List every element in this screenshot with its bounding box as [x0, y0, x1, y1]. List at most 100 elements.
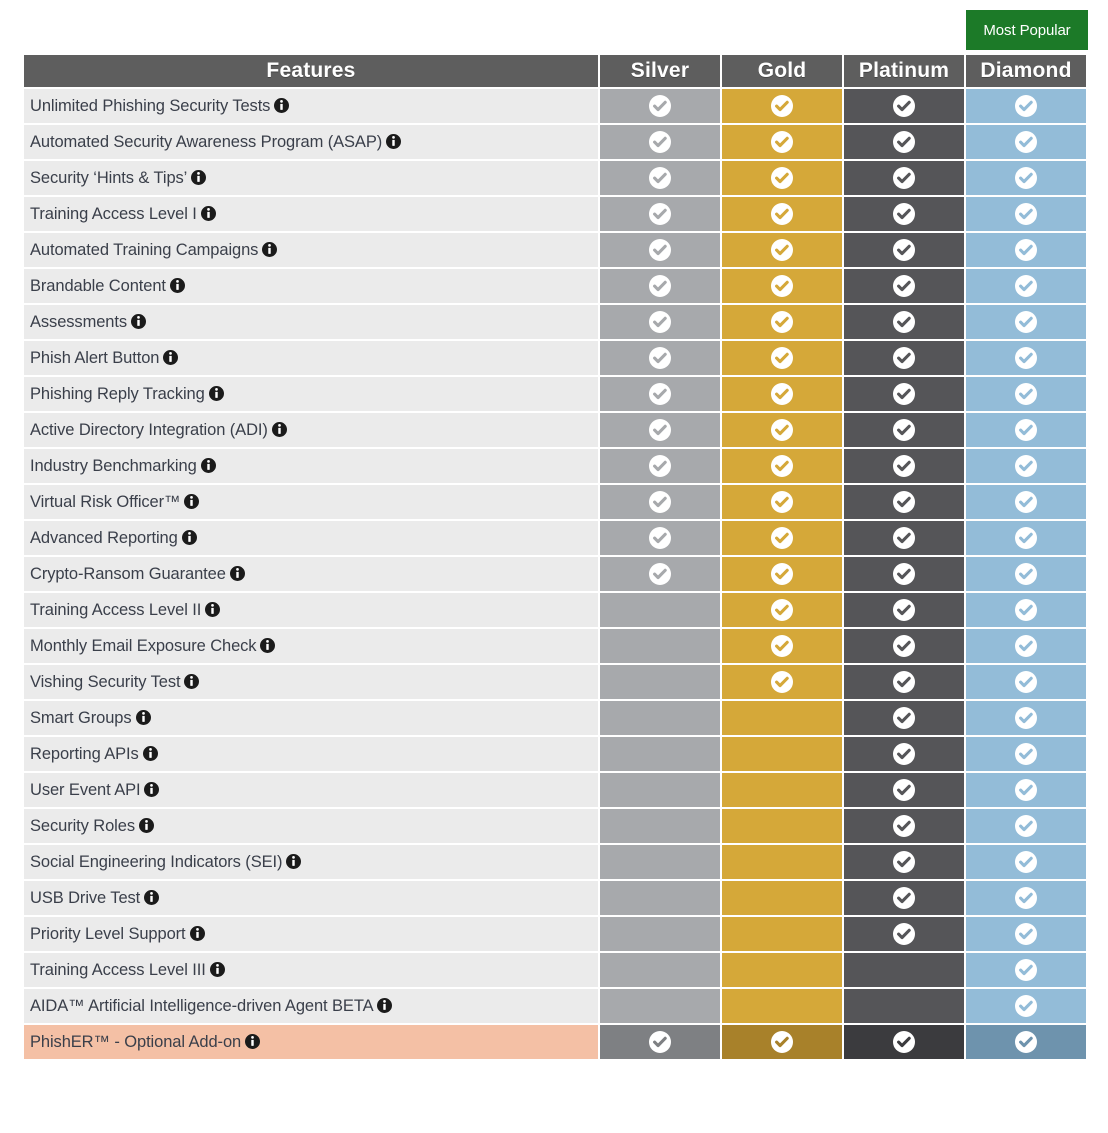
feature-label: Smart Groups: [30, 708, 132, 727]
plan-cell-gold: [722, 1025, 842, 1059]
info-icon[interactable]: [260, 637, 276, 653]
plan-cell-platinum: [844, 341, 964, 375]
plan-cell-gold: [722, 989, 842, 1023]
info-icon[interactable]: [189, 925, 205, 941]
check-circle-icon: [892, 94, 916, 118]
check-circle-icon: [770, 454, 794, 478]
check-circle-icon: [892, 634, 916, 658]
info-icon[interactable]: [184, 673, 200, 689]
info-icon[interactable]: [274, 97, 290, 113]
plan-cell-platinum: [844, 197, 964, 231]
info-icon[interactable]: [208, 385, 224, 401]
plan-cell-diamond: [966, 521, 1086, 555]
feature-label-cell: Priority Level Support: [24, 917, 598, 951]
check-circle-icon: [1014, 166, 1038, 190]
info-icon[interactable]: [271, 421, 287, 437]
table-row: Vishing Security Test: [24, 665, 1086, 699]
feature-label: Priority Level Support: [30, 924, 186, 943]
plan-cell-silver: [600, 269, 720, 303]
plan-cell-platinum: [844, 989, 964, 1023]
check-circle-icon: [648, 382, 672, 406]
info-icon[interactable]: [138, 817, 154, 833]
check-circle-icon: [770, 598, 794, 622]
info-icon[interactable]: [200, 205, 216, 221]
info-icon[interactable]: [200, 457, 216, 473]
feature-label-cell: Security ‘Hints & Tips’: [24, 161, 598, 195]
plan-cell-gold: [722, 557, 842, 591]
plan-cell-diamond: [966, 1025, 1086, 1059]
plan-cell-gold: [722, 953, 842, 987]
check-circle-icon: [892, 706, 916, 730]
check-circle-icon: [648, 310, 672, 334]
plan-cell-silver: [600, 413, 720, 447]
check-circle-icon: [1014, 490, 1038, 514]
info-icon[interactable]: [144, 889, 160, 905]
feature-label-cell: USB Drive Test: [24, 881, 598, 915]
check-circle-icon: [770, 526, 794, 550]
table-row: Brandable Content: [24, 269, 1086, 303]
feature-label-cell: Phish Alert Button: [24, 341, 598, 375]
plan-cell-silver: [600, 989, 720, 1023]
table-row: Crypto-Ransom Guarantee: [24, 557, 1086, 591]
info-icon[interactable]: [184, 493, 200, 509]
info-icon[interactable]: [181, 529, 197, 545]
info-icon[interactable]: [144, 781, 160, 797]
plan-cell-platinum: [844, 629, 964, 663]
info-icon[interactable]: [142, 745, 158, 761]
feature-label: Brandable Content: [30, 276, 166, 295]
info-icon[interactable]: [286, 853, 302, 869]
info-icon[interactable]: [135, 709, 151, 725]
check-circle-icon: [892, 1030, 916, 1054]
info-icon[interactable]: [169, 277, 185, 293]
feature-label: AIDA™ Artificial Intelligence-driven Age…: [30, 996, 374, 1015]
feature-label: Training Access Level III: [30, 960, 206, 979]
plan-cell-gold: [722, 197, 842, 231]
feature-label: Reporting APIs: [30, 744, 139, 763]
feature-label: Industry Benchmarking: [30, 456, 197, 475]
plan-cell-platinum: [844, 953, 964, 987]
most-popular-banner-row: Most Popular: [22, 10, 1088, 50]
feature-label-cell: User Event API: [24, 773, 598, 807]
check-circle-icon: [892, 310, 916, 334]
plan-cell-platinum: [844, 161, 964, 195]
check-circle-icon: [892, 922, 916, 946]
feature-label: USB Drive Test: [30, 888, 141, 907]
check-circle-icon: [648, 418, 672, 442]
info-icon[interactable]: [377, 997, 393, 1013]
plan-cell-diamond: [966, 989, 1086, 1023]
feature-label-cell: Smart Groups: [24, 701, 598, 735]
feature-label-cell: Phishing Reply Tracking: [24, 377, 598, 411]
info-icon[interactable]: [229, 565, 245, 581]
check-circle-icon: [1014, 742, 1038, 766]
check-circle-icon: [770, 670, 794, 694]
plan-cell-diamond: [966, 485, 1086, 519]
table-row: Phish Alert Button: [24, 341, 1086, 375]
plan-cell-gold: [722, 485, 842, 519]
info-icon[interactable]: [209, 961, 225, 977]
info-icon[interactable]: [262, 241, 278, 257]
check-circle-icon: [770, 166, 794, 190]
plan-cell-gold: [722, 413, 842, 447]
check-circle-icon: [892, 598, 916, 622]
info-icon[interactable]: [191, 169, 207, 185]
check-circle-icon: [1014, 886, 1038, 910]
table-row: AIDA™ Artificial Intelligence-driven Age…: [24, 989, 1086, 1023]
column-header-features: Features: [24, 55, 598, 87]
plan-cell-silver: [600, 917, 720, 951]
feature-label: Phishing Reply Tracking: [30, 384, 205, 403]
info-icon[interactable]: [131, 313, 147, 329]
feature-label: Monthly Email Exposure Check: [30, 636, 257, 655]
info-icon[interactable]: [245, 1033, 261, 1049]
plan-cell-silver: [600, 1025, 720, 1059]
info-icon[interactable]: [386, 133, 402, 149]
check-circle-icon: [648, 274, 672, 298]
plan-cell-gold: [722, 521, 842, 555]
plan-cell-platinum: [844, 593, 964, 627]
plan-cell-diamond: [966, 125, 1086, 159]
info-icon[interactable]: [205, 601, 221, 617]
check-circle-icon: [1014, 202, 1038, 226]
feature-label-cell: Security Roles: [24, 809, 598, 843]
plan-cell-silver: [600, 737, 720, 771]
info-icon[interactable]: [163, 349, 179, 365]
check-circle-icon: [1014, 922, 1038, 946]
